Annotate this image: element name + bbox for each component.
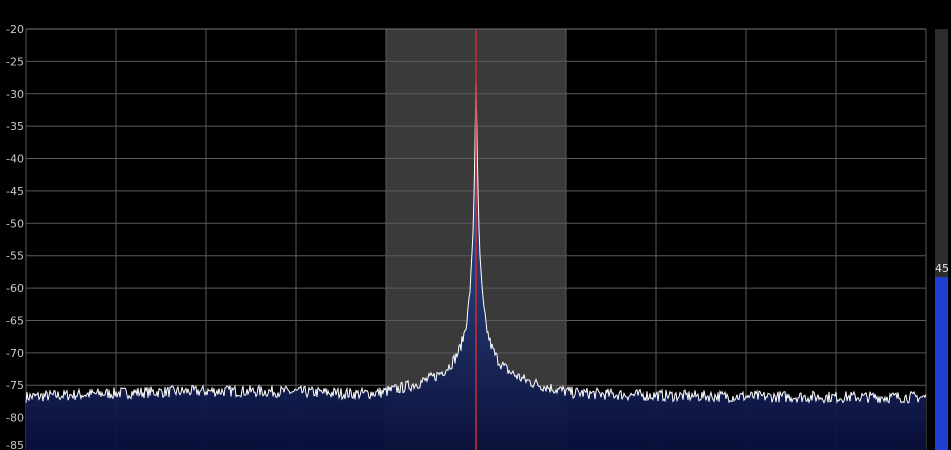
y-tick-label: -35 [6,120,24,133]
y-tick-label: -40 [6,153,24,166]
y-tick-label: -30 [6,88,24,101]
y-tick-label: -65 [6,314,24,327]
y-tick-label: -85 [6,439,24,450]
level-bar-fill [935,277,948,450]
y-tick-label: -25 [6,55,24,68]
y-tick-label: -80 [6,412,24,425]
spectrum-analyzer[interactable]: -20 -25 -30 -35 -40 -45 -50 -55 -60 -65 -70 -75 -80 -… [0,0,951,450]
y-tick-label: -55 [6,250,24,263]
sdr-spectrum-app: -20 -25 -30 -35 -40 -45 -50 -55 -60 -65 -70 -75 -80 -… [0,0,951,450]
y-tick-label: -60 [6,282,24,295]
y-tick-label: -75 [6,379,24,392]
level-bar[interactable] [935,29,948,450]
y-tick-label: -70 [6,347,24,360]
y-axis-labels: -20 -25 -30 -35 -40 -45 -50 -55 -60 -65 -70 -75 -80 -… [6,23,24,450]
y-tick-label: -45 [6,185,24,198]
y-tick-label: -20 [6,23,24,36]
level-bar-label: 45 [935,262,949,276]
y-tick-label: -50 [6,217,24,230]
